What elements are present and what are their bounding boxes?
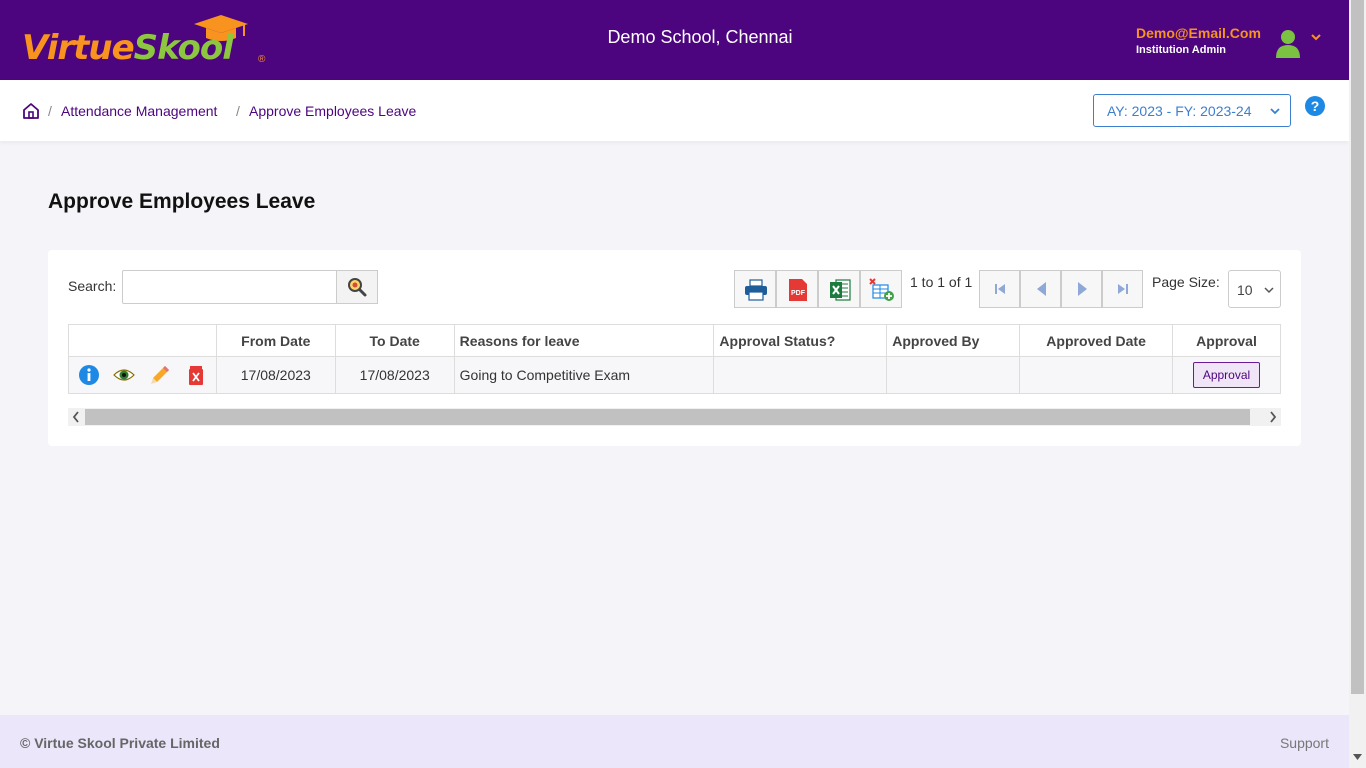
approved-date-cell [1019,356,1174,394]
search-button[interactable] [336,270,378,304]
search-label: Search: [68,278,117,294]
breadcrumb-separator: / [236,103,240,119]
leave-grid-card: Search: PDF 1 to 1 of 1 Page Size: 10 Fr… [48,250,1301,446]
row-actions-cell [68,356,217,394]
scroll-down-icon[interactable] [1353,754,1362,760]
table-header-row: From Date To Date Reasons for leave Appr… [68,324,1281,357]
approval-status-cell [713,356,888,394]
print-button[interactable] [734,270,776,308]
horizontal-scroll-thumb[interactable] [85,409,1250,425]
next-page-button[interactable] [1061,270,1102,308]
user-role: Institution Admin [1136,44,1227,56]
chevron-down-icon[interactable] [1310,32,1322,42]
support-link[interactable]: Support [1280,735,1329,751]
delete-icon[interactable] [185,364,207,386]
registered-mark: ® [258,54,266,65]
column-header-approval[interactable]: Approval [1172,324,1281,357]
page-title: Approve Employees Leave [48,190,316,213]
approval-button[interactable]: Approval [1193,362,1260,388]
pdf-icon: PDF [789,279,807,301]
last-page-button[interactable] [1102,270,1143,308]
leave-table: From Date To Date Reasons for leave Appr… [68,324,1281,394]
first-page-button[interactable] [979,270,1020,308]
search-input[interactable] [122,270,337,304]
last-page-icon [1118,284,1128,294]
column-header-approved-date[interactable]: Approved Date [1019,324,1174,357]
top-header: VirtueSkool ® Demo School, Chennai Demo@… [0,0,1349,80]
scroll-left-icon[interactable] [72,411,80,423]
svg-text:PDF: PDF [791,290,806,297]
next-page-icon [1078,282,1087,296]
breadcrumb-separator: / [48,103,52,119]
help-icon[interactable]: ? [1305,96,1325,116]
vertical-scrollbar[interactable] [1349,0,1366,768]
edit-pencil-icon[interactable] [149,364,171,386]
school-name: Demo School, Chennai [607,27,793,47]
scroll-right-icon[interactable] [1269,411,1277,423]
excel-export-button[interactable] [818,270,860,308]
copyright-text: © Virtue Skool Private Limited [20,735,220,751]
info-icon[interactable] [78,364,100,386]
column-header-approval-status[interactable]: Approval Status? [713,324,888,357]
excel-icon [830,279,851,301]
logo-text: VirtueSkool [22,28,234,68]
reason-cell: Going to Competitive Exam [453,356,715,394]
view-eye-icon[interactable] [113,364,136,386]
column-header-to-date[interactable]: To Date [334,324,455,357]
page-size-label: Page Size: [1152,274,1220,290]
previous-page-button[interactable] [1020,270,1061,308]
breadcrumb-approve-employees-leave[interactable]: Approve Employees Leave [249,103,416,119]
magnifier-icon [348,278,367,297]
footer: © Virtue Skool Private Limited Support [0,715,1349,768]
vertical-scroll-thumb[interactable] [1351,0,1364,694]
from-date-cell: 17/08/2023 [215,356,336,394]
column-header-from-date[interactable]: From Date [215,324,336,357]
horizontal-scrollbar[interactable] [68,408,1281,426]
add-columns-button[interactable] [860,270,902,308]
user-avatar-icon[interactable] [1274,28,1302,58]
pager-summary: 1 to 1 of 1 [910,274,973,290]
first-page-icon [995,284,1005,294]
home-icon[interactable] [22,102,40,120]
academic-year-select[interactable]: AY: 2023 - FY: 2023-24 [1093,94,1291,127]
printer-icon [745,279,767,301]
column-header-actions [68,324,217,357]
previous-page-icon [1037,282,1046,296]
table-row: 17/08/2023 17/08/2023 Going to Competiti… [68,356,1281,394]
add-table-icon [869,278,894,301]
pdf-export-button[interactable]: PDF [776,270,818,308]
academic-year-label: AY: 2023 - FY: 2023-24 [1107,103,1252,119]
page-size-value: 10 [1237,282,1253,298]
chevron-down-icon [1270,108,1280,115]
page-size-select[interactable]: 10 [1228,270,1281,308]
virtueskool-logo[interactable]: VirtueSkool ® [22,14,272,68]
column-header-approved-by[interactable]: Approved By [886,324,1021,357]
to-date-cell: 17/08/2023 [334,356,455,394]
chevron-down-icon [1264,287,1274,294]
approval-cell: Approval [1172,356,1281,394]
approved-by-cell [886,356,1021,394]
column-header-reason[interactable]: Reasons for leave [453,324,715,357]
breadcrumb-bar: / Attendance Management / Approve Employ… [0,80,1349,141]
breadcrumb-attendance-management[interactable]: Attendance Management [61,103,217,119]
user-email[interactable]: Demo@Email.Com [1136,25,1261,41]
